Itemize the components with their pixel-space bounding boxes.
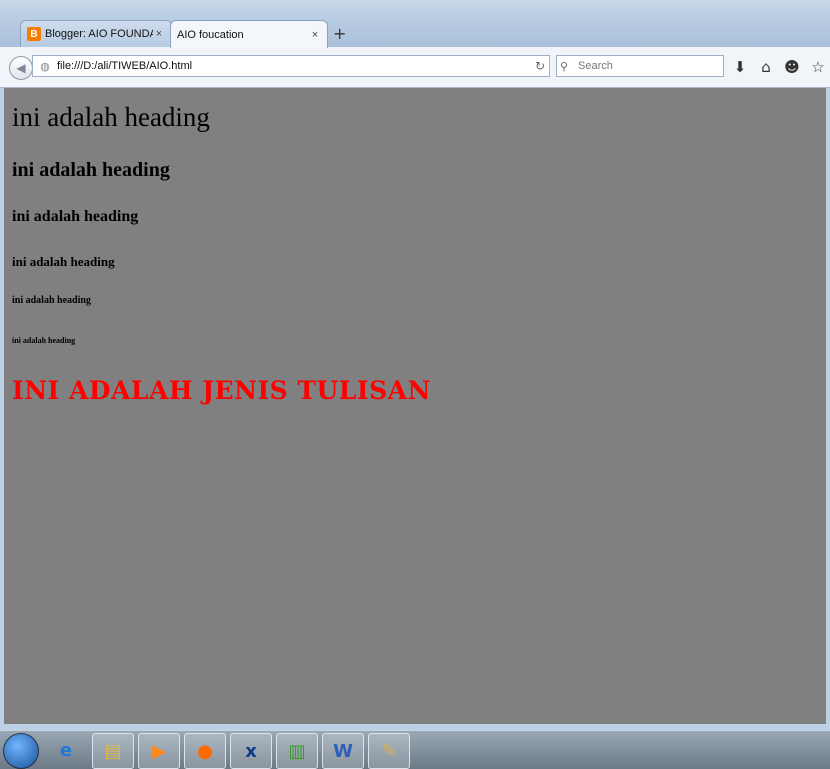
start-orb-icon[interactable] [3,733,39,769]
close-icon[interactable]: × [309,29,321,41]
taskbar: e ▤ ▶ ● x ▥ W ✎ [0,730,830,769]
bookmark-star-icon[interactable]: ☆ [808,57,828,77]
firefox-icon[interactable]: ● [184,733,226,769]
globe-icon: ◍ [40,59,50,73]
title-bar [0,0,830,20]
back-button[interactable]: ◀ [9,56,33,80]
browser-window: B Blogger: AIO FOUNDATIO... × AIO foucat… [0,0,830,730]
page-content: ini adalah heading ini adalah heading in… [4,88,826,724]
tab-label: AIO foucation [177,28,244,41]
navigation-bar: ◀ ◍ ↻ ⚲ ⬇ ⌂ ☻ ☆ [0,47,830,88]
reload-icon[interactable]: ↻ [531,59,549,73]
url-input[interactable] [53,57,531,75]
heading-1: ini adalah heading [12,102,210,132]
home-icon[interactable]: ⌂ [756,57,776,77]
tab-label: Blogger: AIO FOUNDATIO... [45,28,153,40]
paint-icon[interactable]: ✎ [368,733,410,769]
close-icon[interactable]: × [153,28,165,40]
new-tab-button[interactable]: + [333,24,346,43]
heading-2: ini adalah heading [12,159,170,181]
internet-explorer-icon[interactable]: e [46,733,86,767]
heading-3: ini adalah heading [12,208,139,225]
file-explorer-icon[interactable]: ▤ [92,733,134,769]
download-icon[interactable]: ⬇ [730,57,750,77]
search-input[interactable] [575,57,723,75]
tab-strip: B Blogger: AIO FOUNDATIO... × AIO foucat… [0,18,830,48]
heading-5: ini adalah heading [12,295,91,306]
back-arrow-icon: ◀ [16,61,26,75]
pocket-icon[interactable]: ☻ [782,57,802,77]
styled-text: INI ADALAH JENIS TULISAN [12,376,431,405]
tab-blogger[interactable]: B Blogger: AIO FOUNDATIO... × [20,20,172,47]
tab-aio[interactable]: AIO foucation × [170,20,328,48]
xl-app-icon[interactable]: x [230,733,272,769]
notepad-plus-icon[interactable]: ▥ [276,733,318,769]
search-icon: ⚲ [560,59,569,73]
search-bar[interactable]: ⚲ [556,55,724,77]
media-player-icon[interactable]: ▶ [138,733,180,769]
heading-4: ini adalah heading [12,254,115,269]
word-icon[interactable]: W [322,733,364,769]
blogger-icon: B [27,27,41,41]
address-bar[interactable]: ◍ ↻ [32,55,550,77]
heading-6: ini adalah heading [12,336,76,345]
